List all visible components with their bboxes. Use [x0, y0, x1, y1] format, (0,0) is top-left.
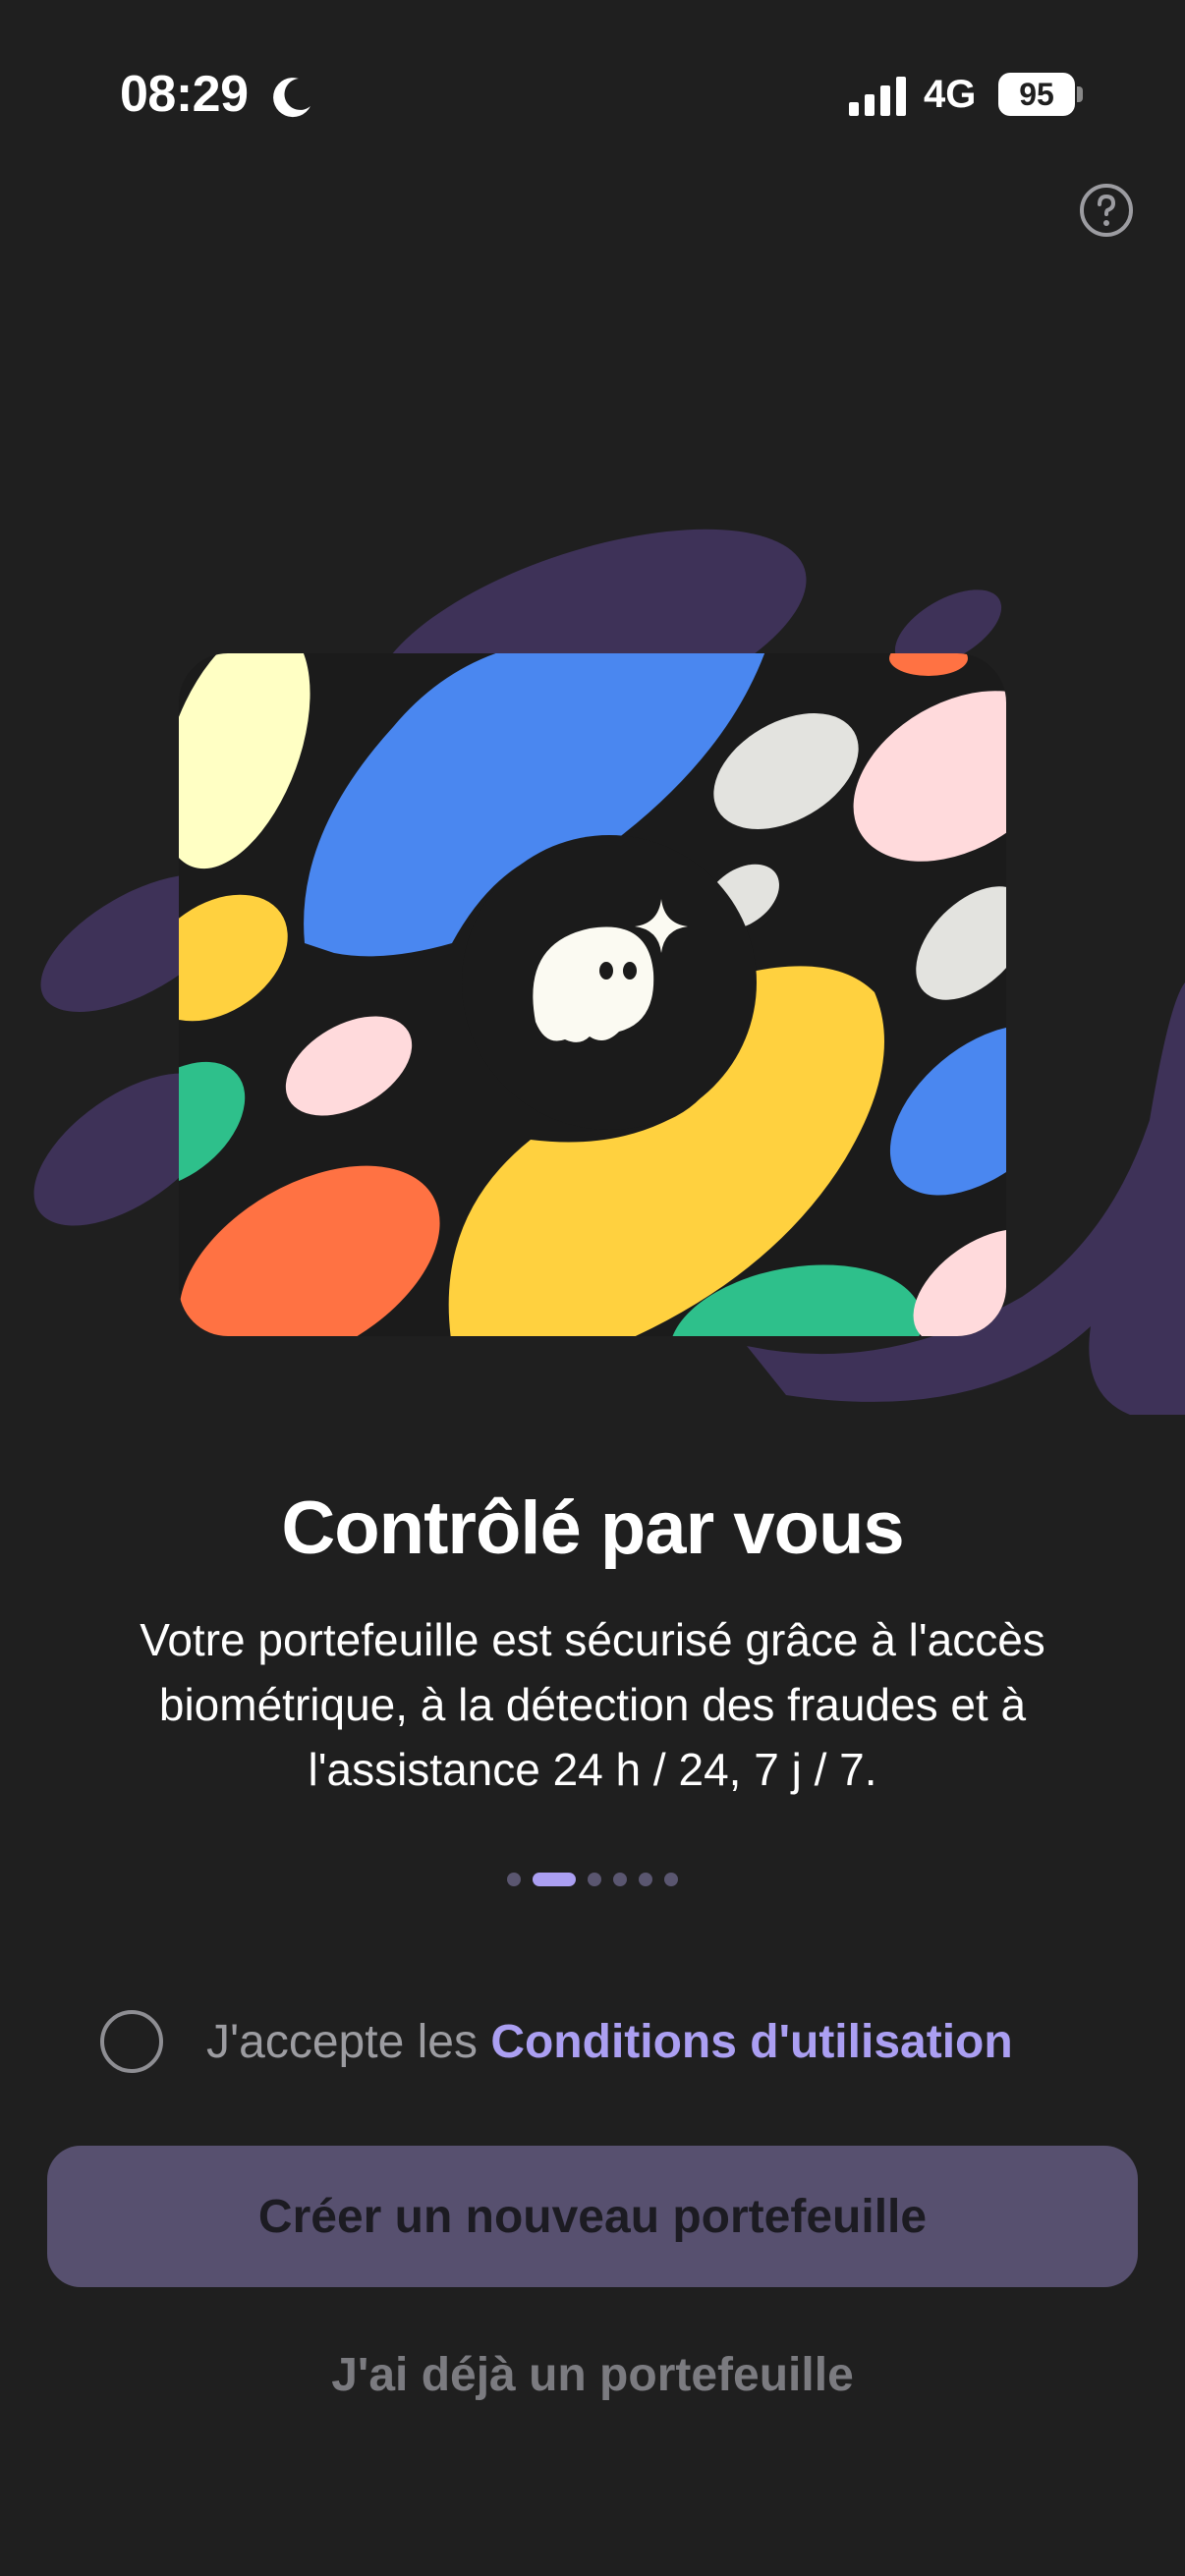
existing-wallet-button[interactable]: J'ai déjà un portefeuille: [0, 2348, 1185, 2402]
page-dot: [588, 1873, 601, 1886]
cellular-signal-icon: [849, 77, 906, 116]
page-dot: [639, 1873, 652, 1886]
battery-level: 95: [1019, 76, 1054, 112]
terms-row: J'accepte les Conditions d'utilisation: [100, 2002, 1102, 2081]
moon-icon: [273, 78, 310, 118]
terms-link[interactable]: Conditions d'utilisation: [490, 2016, 1012, 2068]
terms-prefix: J'accepte les: [206, 2015, 491, 2068]
create-wallet-label: Créer un nouveau portefeuille: [257, 2190, 928, 2243]
status-time: 08:29: [120, 66, 249, 123]
page-dot: [507, 1873, 521, 1886]
page-dot: [664, 1873, 678, 1886]
page-dot-active: [533, 1873, 576, 1886]
terms-checkbox[interactable]: [100, 2010, 163, 2073]
battery-cap: [1077, 86, 1083, 102]
network-type: 4G: [924, 73, 977, 116]
help-circle-icon[interactable]: [1079, 183, 1134, 238]
page-dot: [613, 1873, 627, 1886]
status-bar: 08:29 4G 95: [0, 0, 1185, 196]
page-title: Contrôlé par vous: [281, 1486, 904, 1570]
onboarding-illustration: [33, 529, 1185, 1415]
battery-indicator: 95: [998, 73, 1075, 116]
page-indicator: [0, 1869, 1185, 1890]
page-description: Votre portefeuille est sécurisé grâce à …: [140, 1614, 1045, 1795]
create-wallet-button[interactable]: Créer un nouveau portefeuille: [47, 2146, 1138, 2287]
terms-label: J'accepte les Conditions d'utilisation: [206, 2015, 1013, 2069]
